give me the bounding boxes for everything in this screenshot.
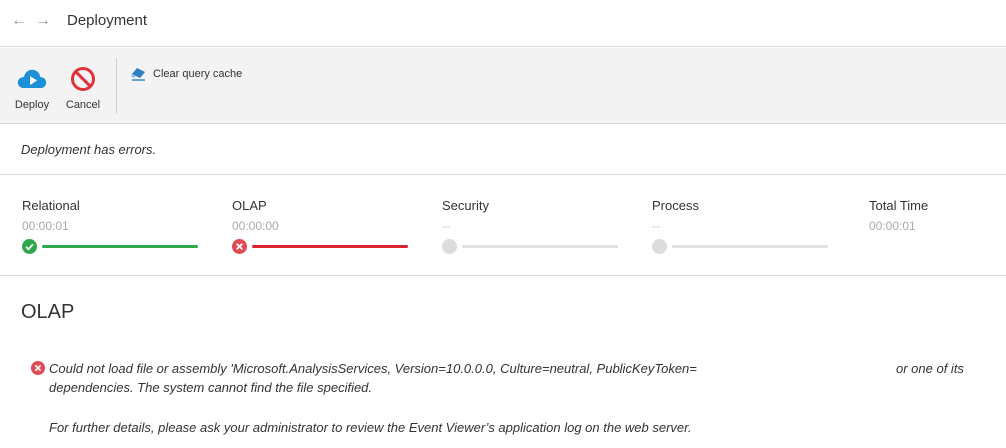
error-text-line: dependencies. The system cannot find the… [49, 380, 373, 395]
clear-query-cache-label: Clear query cache [153, 68, 243, 80]
step-progress-bar [42, 245, 198, 248]
step-time: -- [652, 219, 660, 233]
cancel-button[interactable]: Cancel [60, 66, 106, 116]
total-time-value: 00:00:01 [869, 219, 916, 233]
deployment-steps: Relational 00:00:01 OLAP 00:00:00 Securi… [0, 176, 1006, 276]
status-area: Deployment has errors. [0, 125, 1006, 175]
step-name: Process [652, 198, 699, 213]
toolbar-divider [116, 58, 117, 114]
success-check-icon [22, 239, 37, 254]
arrow-right-icon[interactable]: → [35, 12, 51, 30]
total-time-label: Total Time [869, 198, 929, 213]
clear-query-cache-button[interactable]: Clear query cache [131, 66, 242, 82]
step-progress-bar [252, 245, 408, 248]
step-progress-bar [672, 245, 828, 248]
step-name: OLAP [232, 198, 267, 213]
pending-dot-icon [442, 239, 457, 254]
error-text-line: Could not load file or assembly 'Microso… [49, 361, 697, 376]
eraser-icon [131, 68, 145, 81]
step-name: Security [442, 198, 489, 213]
status-message: Deployment has errors. [21, 142, 157, 157]
error-x-icon [31, 361, 45, 375]
step-time: 00:00:01 [22, 219, 69, 233]
section-title: OLAP [21, 301, 75, 323]
cancel-label: Cancel [65, 99, 101, 111]
deploy-label: Deploy [14, 99, 50, 111]
step-relational: Relational 00:00:01 [22, 198, 212, 268]
arrow-left-icon[interactable]: ← [11, 12, 27, 30]
total-time: Total Time 00:00:01 [869, 198, 989, 268]
cancel-icon [71, 67, 95, 91]
pending-dot-icon [652, 239, 667, 254]
deploy-button[interactable]: Deploy [8, 66, 56, 116]
step-time: 00:00:00 [232, 219, 279, 233]
step-name: Relational [22, 198, 80, 213]
step-security: Security -- [442, 198, 632, 268]
step-progress-bar [462, 245, 618, 248]
step-time: -- [442, 219, 450, 233]
page-title: Deployment [67, 12, 148, 29]
step-process: Process -- [652, 198, 842, 268]
error-text-tail: or one of its [896, 361, 964, 376]
title-bar: ← → Deployment [0, 0, 1006, 47]
error-details-text: For further details, please ask your adm… [49, 420, 692, 435]
cloud-play-icon [17, 69, 47, 88]
toolbar: Deploy Cancel Clear query cache [0, 48, 1006, 124]
step-olap: OLAP 00:00:00 [232, 198, 422, 268]
error-x-icon [232, 239, 247, 254]
